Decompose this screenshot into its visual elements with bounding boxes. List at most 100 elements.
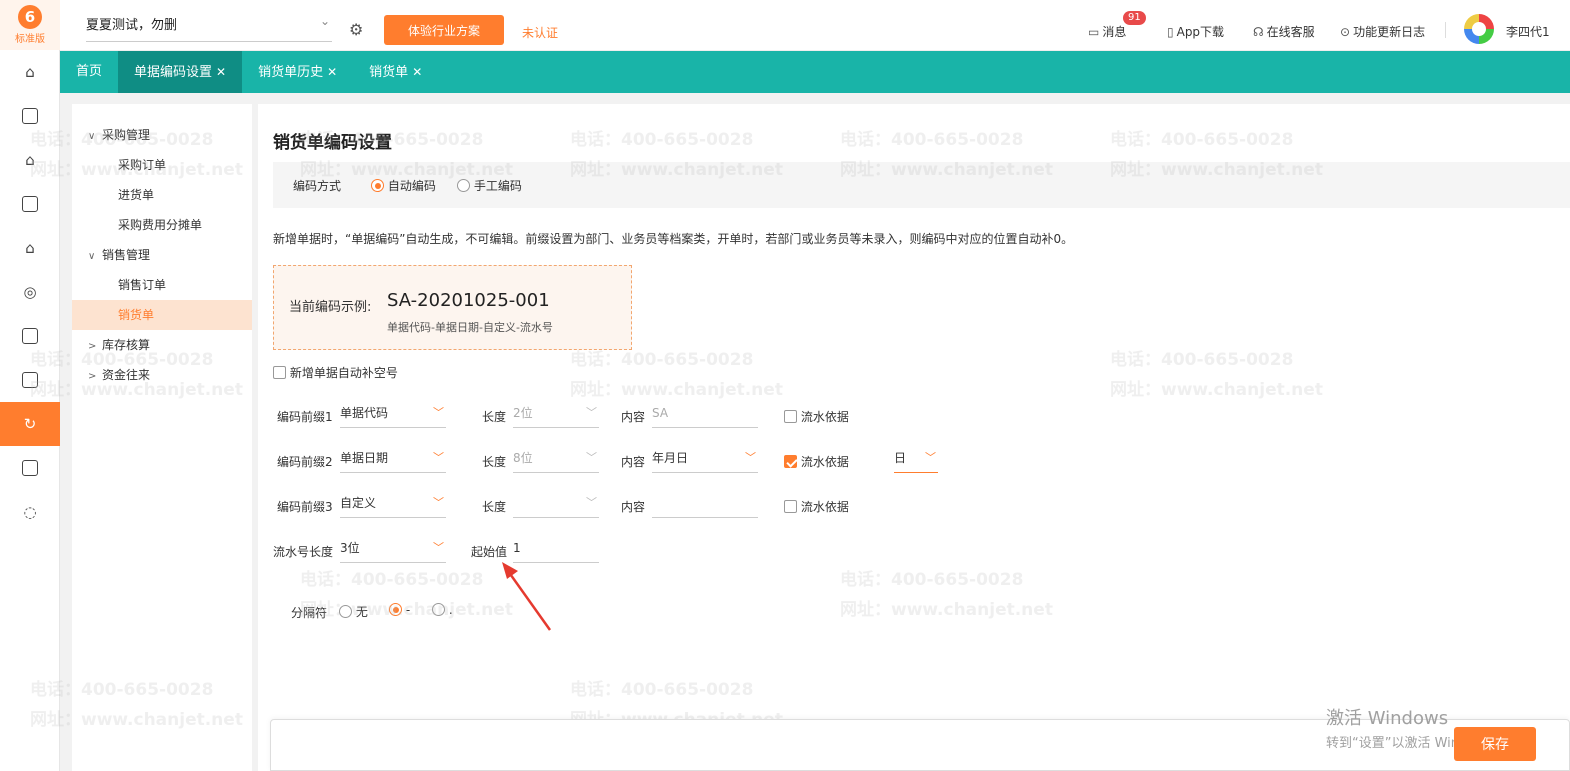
industry-plan-button[interactable]: 体验行业方案 [384, 15, 504, 45]
tree-group-purchase[interactable]: ∨ 采购管理 [88, 126, 150, 143]
chevron-right-icon: > [88, 371, 97, 382]
tab-home[interactable]: 首页 [60, 51, 118, 93]
tab-sales-history-label: 销货单历史 [258, 65, 324, 80]
autofill-label: 新增单据自动补空号 [289, 366, 398, 380]
tree-group-inventory[interactable]: > 库存核算 [88, 336, 150, 353]
separator-none-radio[interactable]: 无 [339, 603, 368, 620]
separator-dot-label: . [448, 603, 453, 617]
length3-select[interactable]: ﹀ [513, 492, 599, 518]
close-icon[interactable]: ✕ [327, 65, 337, 79]
content2-label: 内容 [621, 455, 646, 469]
money-bag-icon[interactable]: ◎ [0, 270, 60, 314]
chevron-down-icon: ﹀ [433, 451, 444, 464]
chevron-down-icon: ﹀ [433, 541, 444, 554]
user-name[interactable]: 李四代1 [1506, 23, 1550, 40]
left-rail: 6 标准版 ⌂ ⌂ ⌂ ◎ ↻ ◌ [0, 0, 60, 771]
separator-label: 分隔符 [291, 606, 328, 620]
warehouse-icon[interactable]: ⌂ [0, 226, 60, 270]
content3-input[interactable] [652, 492, 758, 518]
prefix1-select[interactable]: 单据代码 ﹀ [340, 402, 446, 428]
new-feature-icon[interactable] [0, 446, 60, 490]
separator-dot-radio[interactable]: . [432, 603, 453, 617]
prefix2-value: 单据日期 [340, 451, 389, 465]
basis2-unit-value: 日 [894, 451, 907, 465]
prefix3-select[interactable]: 自定义 ﹀ [340, 492, 446, 518]
online-service-link[interactable]: ☊ 在线客服 [1253, 23, 1315, 40]
mode-auto-radio[interactable]: 自动编码 [371, 177, 436, 194]
phone-icon: ▯ [1167, 25, 1174, 39]
changelog-link[interactable]: ⊙ 功能更新日志 [1340, 23, 1425, 40]
basis2-unit-select[interactable]: 日 ﹀ [894, 447, 938, 473]
content2-select[interactable]: 年月日 ﹀ [652, 447, 758, 473]
start-value: 1 [513, 541, 521, 555]
basis3-checkbox[interactable]: 流水依据 [784, 498, 849, 515]
example-value: SA-20201025-001 [387, 290, 550, 311]
tree-group-sales[interactable]: ∨ 销售管理 [88, 246, 150, 263]
avatar[interactable] [1464, 14, 1494, 44]
checkbox-icon [784, 500, 797, 513]
prefix2-select[interactable]: 单据日期 ﹀ [340, 447, 446, 473]
tab-bar: 首页 单据编码设置 ✕ 销货单历史 ✕ 销货单 ✕ [60, 51, 1570, 93]
mode-manual-radio[interactable]: 手工编码 [457, 177, 522, 194]
content1-label: 内容 [621, 410, 646, 424]
mode-manual-label: 手工编码 [473, 179, 522, 193]
prefix2-label: 编码前缀2 [277, 455, 333, 469]
length1-select[interactable]: 2位 ﹀ [513, 402, 599, 428]
length3-label: 长度 [482, 500, 507, 514]
messages-label: 消息 [1102, 25, 1127, 39]
length2-select[interactable]: 8位 ﹀ [513, 447, 599, 473]
purchase-icon[interactable]: ⌂ [0, 138, 60, 182]
tab-sales-order[interactable]: 销货单 ✕ [353, 51, 438, 93]
tree-group-funds[interactable]: > 资金往来 [88, 366, 150, 383]
save-button[interactable]: 保存 [1454, 727, 1536, 761]
gift-icon[interactable] [0, 94, 60, 138]
basis2-checkbox[interactable]: 流水依据 [784, 453, 849, 470]
basis2-label: 流水依据 [800, 455, 849, 469]
tab-sales-history[interactable]: 销货单历史 ✕ [242, 51, 353, 93]
close-icon[interactable]: ✕ [216, 65, 226, 79]
close-icon[interactable]: ✕ [412, 65, 422, 79]
prefix1-value: 单据代码 [340, 406, 389, 420]
settings-sync-icon[interactable]: ↻ [0, 402, 60, 446]
prefix3-label: 编码前缀3 [277, 500, 333, 514]
chevron-down-icon: ﹀ [925, 451, 936, 464]
chat-icon[interactable]: ◌ [0, 490, 60, 534]
basis1-checkbox[interactable]: 流水依据 [784, 408, 849, 425]
tree-item-purchase-order[interactable]: 采购订单 [72, 150, 252, 180]
app-download-link[interactable]: ▯ App下载 [1167, 23, 1224, 40]
autofill-checkbox[interactable]: 新增单据自动补空号 [273, 364, 398, 381]
tree-group-label: 销售管理 [102, 248, 151, 262]
gear-icon[interactable]: ⚙ [349, 20, 363, 39]
chevron-down-icon: ∨ [88, 251, 96, 262]
app-logo[interactable]: 6 标准版 [0, 0, 60, 50]
example-box: 当前编码示例: SA-20201025-001 单据代码-单据日期-自定义-流水… [273, 265, 632, 350]
tree-item-cost-allocation[interactable]: 采购费用分摊单 [72, 210, 252, 240]
radio-icon [432, 603, 445, 616]
tree-group-label: 库存核算 [102, 338, 151, 352]
encoding-mode-row: 编码方式 自动编码 手工编码 [273, 162, 1570, 208]
tree-item-sales-order[interactable]: 销售订单 [72, 270, 252, 300]
header-divider [1445, 22, 1446, 38]
prefix1-label: 编码前缀1 [277, 410, 333, 424]
content1-input[interactable]: SA [652, 402, 758, 428]
tree-item-sales-delivery[interactable]: 销货单 [72, 300, 252, 330]
radio-icon [457, 179, 470, 192]
online-service-label: 在线客服 [1266, 25, 1315, 39]
company-selector[interactable]: 夏夏测试，勿删 ⌄ [86, 14, 332, 42]
history-icon: ⊙ [1340, 25, 1351, 39]
start-value-label: 起始值 [471, 545, 508, 559]
messages-link[interactable]: ▭ 消息 [1088, 23, 1126, 40]
checkbox-icon [784, 410, 797, 423]
home-icon[interactable]: ⌂ [0, 50, 60, 94]
tree-item-receipt[interactable]: 进货单 [72, 180, 252, 210]
checkbox-checked-icon [784, 455, 797, 468]
start-value-input[interactable]: 1 [513, 537, 599, 563]
separator-dash-radio[interactable]: - [389, 603, 410, 617]
clipboard-icon[interactable] [0, 314, 60, 358]
id-card-icon[interactable] [0, 358, 60, 402]
unverified-link[interactable]: 未认证 [522, 24, 558, 41]
tab-code-settings[interactable]: 单据编码设置 ✕ [118, 51, 243, 93]
serial-length-select[interactable]: 3位 ﹀ [340, 537, 446, 563]
bag-icon[interactable] [0, 182, 60, 226]
chevron-down-icon: ﹀ [586, 496, 597, 509]
